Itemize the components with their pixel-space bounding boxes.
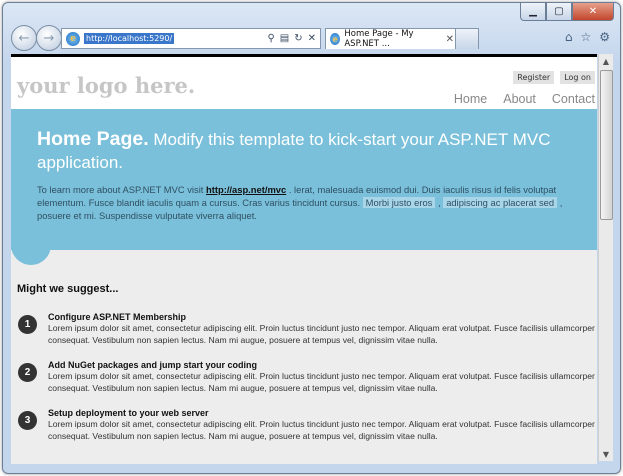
address-controls: ⚲ ▤ ↻ ✕	[267, 33, 316, 44]
step-number-badge: 1	[18, 315, 37, 334]
featured-bubble-decoration	[11, 235, 51, 265]
step-title: Add NuGet packages and jump start your c…	[48, 360, 258, 370]
favorites-star-icon[interactable]: ☆	[580, 30, 591, 44]
tab-home-page[interactable]: e Home Page - My ASP.NET ... ✕	[325, 28, 459, 49]
menu-home[interactable]: Home	[454, 92, 487, 106]
maximize-button[interactable]: ▢	[546, 3, 572, 21]
step-text: Lorem ipsum dolor sit amet, consectetur …	[48, 323, 595, 345]
site-header: your logo here. Register Log on Home Abo…	[11, 57, 597, 109]
step-number-badge: 2	[18, 363, 37, 382]
featured-section: Home Page. Modify this template to kick-…	[11, 109, 597, 265]
home-icon[interactable]: ⌂	[565, 30, 573, 44]
featured-title-bold: Home Page.	[37, 128, 149, 150]
forward-button[interactable]: →	[36, 25, 62, 51]
page-viewport: your logo here. Register Log on Home Abo…	[11, 54, 597, 464]
close-window-button[interactable]: ✕	[572, 3, 614, 21]
step-item: 1 Configure ASP.NET Membership Lorem ips…	[17, 312, 597, 346]
forward-arrow-icon: →	[43, 30, 55, 46]
scroll-down-arrow-icon[interactable]: ▼	[599, 447, 613, 461]
step-item: 2 Add NuGet packages and jump start your…	[17, 360, 597, 394]
browser-toolbar: ← → e http://localhost:5290/ ⚲ ▤ ↻ ✕ e H…	[9, 23, 614, 53]
login-links: Register Log on	[513, 71, 595, 84]
intro-text-1: To learn more about ASP.NET MVC visit	[37, 184, 206, 195]
site-logo[interactable]: your logo here.	[17, 73, 195, 98]
asp-net-mvc-link[interactable]: http://asp.net/mvc	[206, 184, 286, 195]
search-icon[interactable]: ⚲	[267, 33, 274, 44]
vertical-scrollbar[interactable]: ▲ ▼	[598, 54, 613, 461]
main-menu: Home About Contact	[454, 92, 595, 106]
highlight-text-2: adipiscing ac placerat sed	[443, 197, 558, 208]
refresh-icon[interactable]: ↻	[294, 33, 302, 44]
step-number-badge: 3	[18, 411, 37, 430]
highlight-text-1: Morbi justo eros	[362, 197, 436, 208]
compatibility-icon[interactable]: ▤	[280, 33, 289, 44]
step-title: Configure ASP.NET Membership	[48, 312, 187, 322]
address-url[interactable]: http://localhost:5290/	[84, 33, 175, 44]
tab-title: Home Page - My ASP.NET ...	[344, 29, 414, 49]
main-content: Might we suggest... 1 Configure ASP.NET …	[11, 283, 597, 442]
featured-title: Home Page. Modify this template to kick-…	[37, 109, 571, 174]
address-bar[interactable]: e http://localhost:5290/ ⚲ ▤ ↻ ✕	[61, 28, 321, 49]
window-controls: ▁ ▢ ✕	[520, 3, 614, 21]
scroll-up-arrow-icon[interactable]: ▲	[599, 54, 613, 68]
featured-intro: To learn more about ASP.NET MVC visit ht…	[37, 183, 571, 222]
minimize-button[interactable]: ▁	[520, 3, 546, 21]
menu-about[interactable]: About	[503, 92, 536, 106]
ie-tab-icon: e	[330, 33, 341, 45]
step-title: Setup deployment to your web server	[48, 408, 209, 418]
new-tab-button[interactable]	[455, 28, 479, 49]
stop-icon[interactable]: ✕	[308, 33, 316, 44]
back-arrow-icon: ←	[18, 30, 30, 46]
log-on-link[interactable]: Log on	[560, 71, 595, 84]
tools-gear-icon[interactable]: ⚙	[599, 30, 610, 44]
close-tab-icon[interactable]: ✕	[446, 34, 454, 45]
browser-window: ▁ ▢ ✕ ← → e http://localhost:5290/ ⚲ ▤ ↻…	[2, 2, 621, 474]
back-button[interactable]: ←	[11, 25, 37, 51]
menu-contact[interactable]: Contact	[552, 92, 595, 106]
scrollbar-thumb[interactable]	[600, 70, 613, 220]
step-item: 3 Setup deployment to your web server Lo…	[17, 408, 597, 442]
step-text: Lorem ipsum dolor sit amet, consectetur …	[48, 371, 595, 393]
ie-page-icon: e	[66, 31, 80, 46]
browser-tool-icons: ⌂ ☆ ⚙	[565, 30, 610, 44]
suggest-heading: Might we suggest...	[17, 283, 119, 295]
step-text: Lorem ipsum dolor sit amet, consectetur …	[48, 419, 595, 441]
register-link[interactable]: Register	[513, 71, 555, 84]
